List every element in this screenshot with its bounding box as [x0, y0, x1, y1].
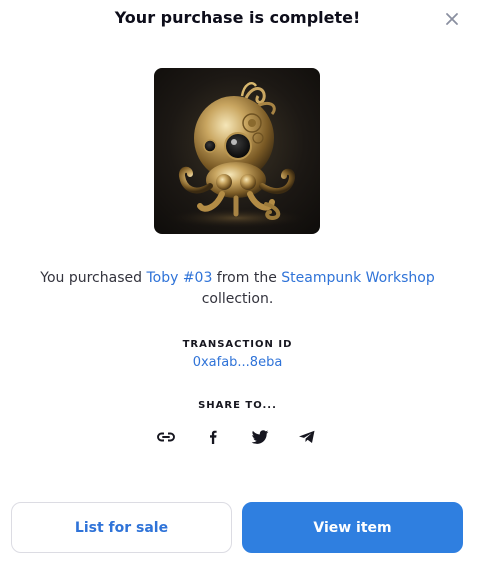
share-buttons — [156, 427, 320, 447]
modal-title: Your purchase is complete! — [114, 8, 361, 27]
view-item-button[interactable]: View item — [242, 502, 463, 553]
nft-image — [154, 68, 320, 234]
transaction-id-link[interactable]: 0xafab...8eba — [193, 355, 283, 370]
purchase-prefix: You purchased — [40, 270, 147, 286]
share-link-button[interactable] — [156, 427, 176, 447]
purchase-suffix: collection. — [201, 291, 274, 307]
share-facebook-button[interactable] — [203, 427, 223, 447]
twitter-icon — [251, 430, 269, 444]
telegram-icon — [299, 430, 315, 443]
share-label: SHARE TO... — [198, 400, 277, 411]
purchase-middle: from the — [212, 270, 282, 286]
close-button[interactable] — [444, 11, 460, 27]
share-telegram-button[interactable] — [297, 427, 317, 447]
list-for-sale-button[interactable]: List for sale — [11, 502, 232, 553]
close-icon — [446, 13, 458, 25]
link-icon — [157, 432, 175, 442]
purchase-summary: You purchased Toby #03 from the Steampun… — [20, 268, 455, 310]
steampunk-octopus-image — [167, 82, 307, 228]
facebook-icon — [210, 430, 217, 444]
collection-name-link[interactable]: Steampunk Workshop — [281, 270, 434, 286]
transaction-id-row: 0xafab...8eba — [0, 355, 475, 370]
purchase-complete-modal: Your purchase is complete! You purchased… — [0, 0, 485, 567]
transaction-id-label: TRANSACTION ID — [182, 339, 293, 350]
share-twitter-button[interactable] — [250, 427, 270, 447]
item-name-link[interactable]: Toby #03 — [146, 270, 212, 286]
